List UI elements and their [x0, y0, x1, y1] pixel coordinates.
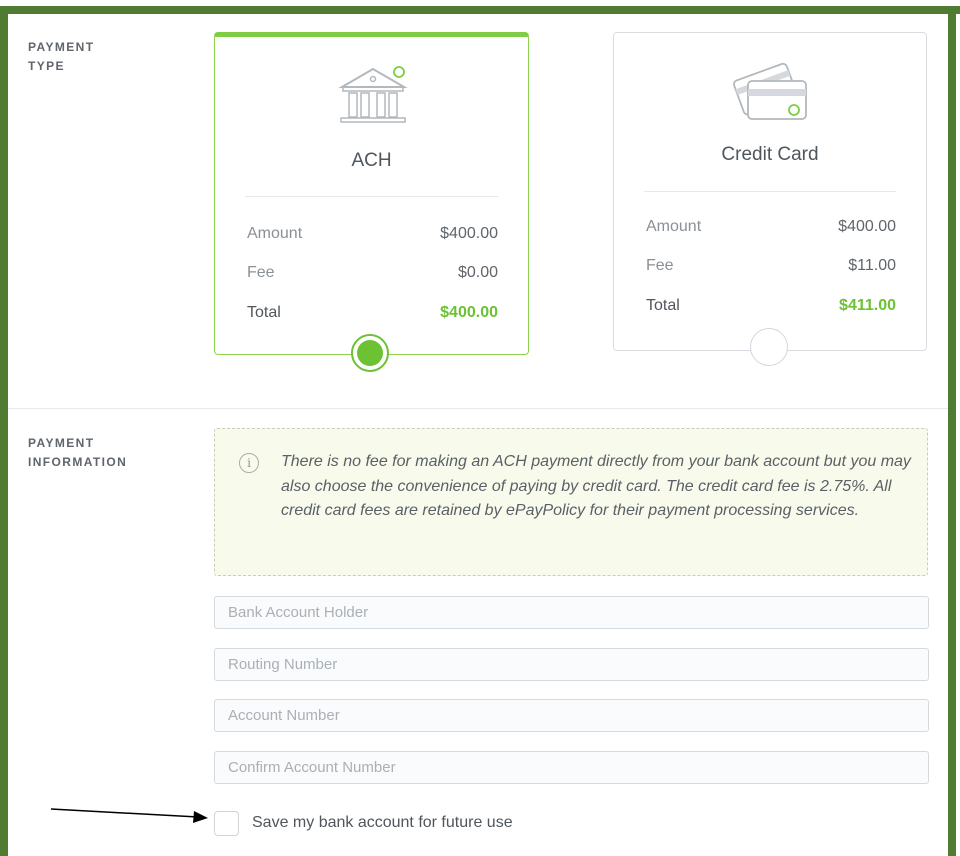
bank-icon	[338, 66, 408, 123]
frame-border-top	[0, 6, 960, 14]
card-divider	[644, 191, 896, 192]
save-bank-account-label[interactable]: Save my bank account for future use	[252, 814, 513, 832]
frame-border-right	[948, 6, 956, 856]
ach-title: ACH	[351, 150, 392, 171]
credit-card-option-card[interactable]: Credit Card Amount $400.00 Fee $11.00 To…	[613, 32, 927, 351]
total-row: Total $411.00	[646, 297, 896, 315]
frame-border-left	[0, 6, 8, 856]
section-divider	[8, 408, 948, 409]
total-label: Total	[646, 297, 680, 314]
amount-value: $400.00	[440, 225, 498, 242]
amount-value: $400.00	[838, 218, 896, 235]
fee-value: $11.00	[848, 257, 896, 274]
ach-radio-button[interactable]	[351, 334, 389, 372]
payment-type-label: PAYMENT TYPE	[28, 40, 95, 73]
total-value: $411.00	[839, 297, 896, 314]
ach-option-card[interactable]: ACH Amount $400.00 Fee $0.00 Total $400.…	[214, 32, 529, 355]
credit-card-title: Credit Card	[721, 144, 819, 165]
fee-notice-text: There is no fee for making an ACH paymen…	[281, 453, 911, 519]
save-bank-account-checkbox[interactable]	[214, 811, 239, 836]
amount-row: Amount $400.00	[247, 225, 498, 243]
confirm-account-number-input[interactable]	[214, 751, 929, 784]
total-label: Total	[247, 304, 281, 321]
credit-card-radio-button[interactable]	[750, 328, 788, 366]
fee-label: Fee	[247, 264, 275, 281]
account-number-input[interactable]	[214, 699, 929, 732]
routing-number-input[interactable]	[214, 648, 929, 681]
fee-label: Fee	[646, 257, 674, 274]
payment-information-label: PAYMENT INFORMATION	[28, 436, 128, 469]
total-value: $400.00	[440, 304, 498, 321]
fee-row: Fee $11.00	[646, 257, 896, 275]
credit-card-icon	[733, 62, 807, 120]
arrow-annotation-icon	[50, 808, 208, 823]
card-divider	[245, 196, 498, 197]
fee-notice: i There is no fee for making an ACH paym…	[214, 428, 928, 576]
amount-row: Amount $400.00	[646, 218, 896, 236]
info-icon: i	[239, 453, 259, 473]
fee-row: Fee $0.00	[247, 264, 498, 282]
amount-label: Amount	[247, 225, 303, 242]
bank-account-holder-input[interactable]	[214, 596, 929, 629]
total-row: Total $400.00	[247, 304, 498, 322]
amount-label: Amount	[646, 218, 702, 235]
fee-value: $0.00	[457, 264, 498, 281]
